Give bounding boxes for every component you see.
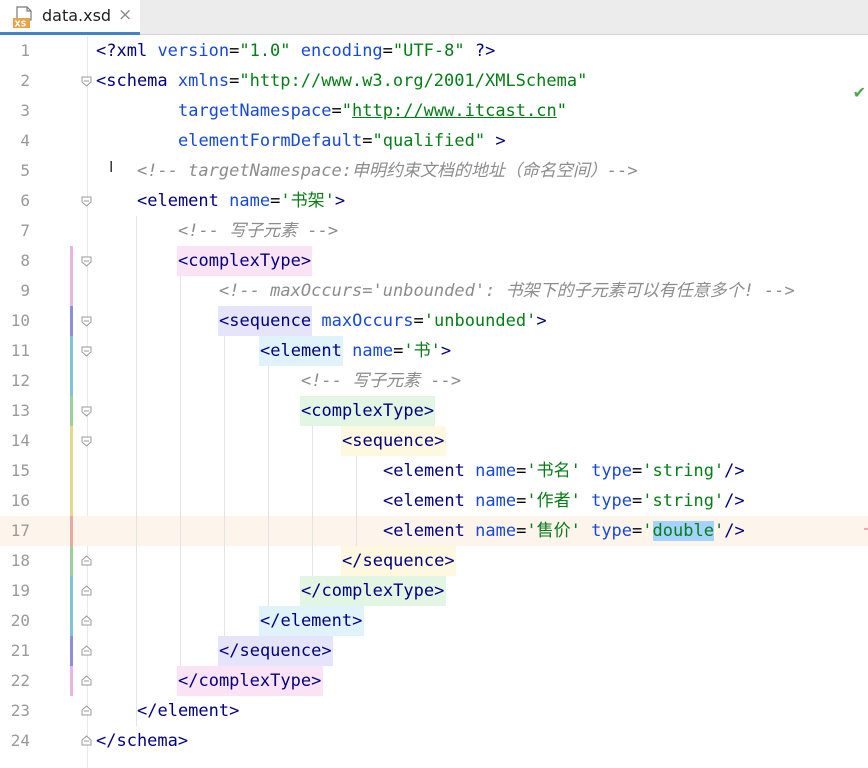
code-line[interactable]: 17 <element name='售价' type='double'/> — [0, 516, 868, 546]
code-line[interactable]: 22 </complexType> — [0, 666, 868, 696]
error-stripe-mark[interactable] — [864, 528, 868, 530]
line-number: 18 — [10, 551, 30, 570]
text-cursor-icon: I — [109, 158, 114, 176]
code-text[interactable]: <element name='书架'> — [137, 186, 345, 216]
code-line[interactable]: 2 <schema xmlns="http://www.w3.org/2001/X… — [0, 66, 868, 96]
code-text[interactable]: <!-- 写子元素 --> — [178, 216, 338, 246]
code-text[interactable]: <!-- 写子元素 --> — [301, 366, 461, 396]
line-number: 7 — [20, 221, 30, 240]
line-number: 8 — [20, 251, 30, 270]
code-text[interactable]: </sequence> — [342, 546, 455, 576]
code-text[interactable]: </complexType> — [178, 666, 321, 696]
line-number: 15 — [10, 461, 30, 480]
code-line[interactable]: 24 </schema> — [0, 726, 868, 756]
code-line[interactable]: 5 <!-- targetNamespace:申明约束文档的地址（命名空间）--> — [0, 156, 868, 186]
code-text[interactable]: <sequence maxOccurs='unbounded'> — [219, 306, 547, 336]
line-number: 13 — [10, 401, 30, 420]
code-line[interactable]: 16 <element name='作者' type='string'/> — [0, 486, 868, 516]
line-number: 12 — [10, 371, 30, 390]
tab-data-xsd[interactable]: XS data.xsd × — [0, 0, 140, 35]
line-number: 11 — [10, 341, 30, 360]
code-line[interactable]: 19 </complexType> — [0, 576, 868, 606]
close-tab-icon[interactable]: × — [118, 5, 132, 25]
code-line[interactable]: 23 </element> — [0, 696, 868, 726]
line-number: 10 — [10, 311, 30, 330]
line-number: 3 — [20, 101, 30, 120]
code-line[interactable]: 18 </sequence> — [0, 546, 868, 576]
line-number: 19 — [10, 581, 30, 600]
code-text[interactable]: <schema xmlns="http://www.w3.org/2001/XM… — [96, 66, 587, 96]
code-line[interactable]: 15 <element name='书名' type='string'/> — [0, 456, 868, 486]
code-text[interactable]: <?xml version="1.0" encoding="UTF-8" ?> — [96, 36, 495, 66]
code-text[interactable]: <sequence> — [342, 426, 444, 456]
code-text[interactable]: <!-- targetNamespace:申明约束文档的地址（命名空间）--> — [137, 156, 638, 186]
code-text[interactable]: </sequence> — [219, 636, 332, 666]
line-number: 5 — [20, 161, 30, 180]
code-line[interactable]: 8 <complexType> — [0, 246, 868, 276]
code-line[interactable]: 6 <element name='书架'> — [0, 186, 868, 216]
line-number: 17 — [10, 521, 30, 540]
tab-label: data.xsd — [42, 6, 112, 25]
code-line[interactable]: 3 targetNamespace="http://www.itcast.cn" — [0, 96, 868, 126]
code-text[interactable]: <complexType> — [178, 246, 311, 276]
code-line[interactable]: 10 <sequence maxOccurs='unbounded'> — [0, 306, 868, 336]
code-text[interactable]: <element name='售价' type='double'/> — [383, 516, 745, 546]
line-number: 4 — [20, 131, 30, 150]
code-line[interactable]: 4 elementFormDefault="qualified" > — [0, 126, 868, 156]
code-line[interactable]: 1 <?xml version="1.0" encoding="UTF-8" ?> — [0, 36, 868, 66]
line-number: 14 — [10, 431, 30, 450]
code-line[interactable]: 21 </sequence> — [0, 636, 868, 666]
xsd-file-icon: XS — [13, 6, 32, 29]
code-text[interactable]: targetNamespace="http://www.itcast.cn" — [178, 96, 567, 126]
code-text[interactable]: </element> — [260, 606, 362, 636]
code-line[interactable]: 11 <element name='书'> — [0, 336, 868, 366]
code-line[interactable]: 12 <!-- 写子元素 --> — [0, 366, 868, 396]
code-text[interactable]: <!-- maxOccurs='unbounded': 书架下的子元素可以有任意… — [219, 276, 795, 306]
line-number: 22 — [10, 671, 30, 690]
code-text[interactable]: <complexType> — [301, 396, 434, 426]
code-line[interactable]: 14 <sequence> — [0, 426, 868, 456]
editor-tab-bar: XS data.xsd × — [0, 0, 868, 35]
code-editor[interactable]: 1 <?xml version="1.0" encoding="UTF-8" ?>… — [0, 36, 868, 768]
line-number: 24 — [10, 731, 30, 750]
code-text[interactable]: <element name='书'> — [260, 336, 451, 366]
code-text[interactable]: <element name='书名' type='string'/> — [383, 456, 745, 486]
code-line[interactable]: 9 <!-- maxOccurs='unbounded': 书架下的子元素可以有任… — [0, 276, 868, 306]
code-text[interactable]: elementFormDefault="qualified" > — [178, 126, 506, 156]
code-text[interactable]: </schema> — [96, 726, 188, 756]
line-number: 1 — [20, 41, 30, 60]
code-line[interactable]: 7 <!-- 写子元素 --> — [0, 216, 868, 246]
code-line[interactable]: 13 <complexType> — [0, 396, 868, 426]
line-number: 20 — [10, 611, 30, 630]
line-number: 9 — [20, 281, 30, 300]
line-number: 6 — [20, 191, 30, 210]
code-text[interactable]: <element name='作者' type='string'/> — [383, 486, 745, 516]
line-number: 2 — [20, 71, 30, 90]
line-number: 16 — [10, 491, 30, 510]
code-text[interactable]: </complexType> — [301, 576, 444, 606]
code-line[interactable]: 20 </element> — [0, 606, 868, 636]
inspection-ok-icon[interactable]: ✔ — [853, 83, 866, 102]
line-number: 23 — [10, 701, 30, 720]
line-number: 21 — [10, 641, 30, 660]
svg-text:XS: XS — [15, 20, 27, 29]
code-text[interactable]: </element> — [137, 696, 239, 726]
